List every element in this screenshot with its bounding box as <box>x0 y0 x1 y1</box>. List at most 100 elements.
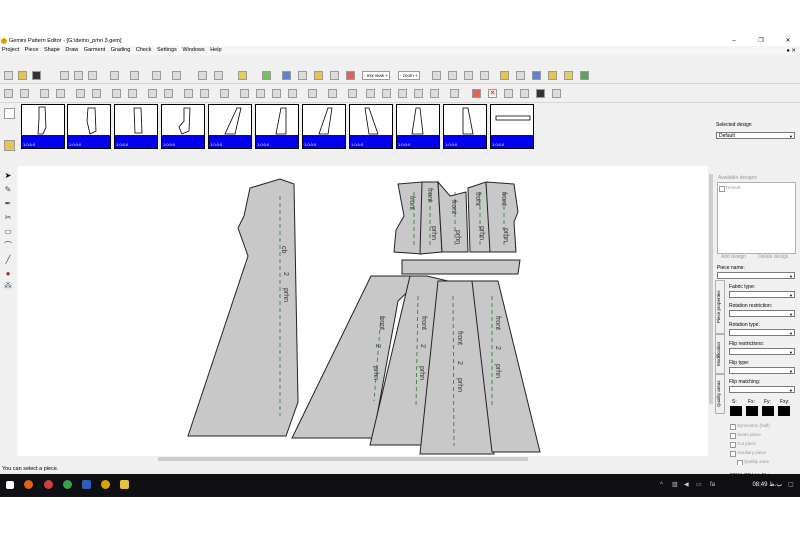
volume-icon[interactable]: ◀ <box>684 482 690 488</box>
swatch-fy[interactable] <box>762 406 774 416</box>
select-piece-icon[interactable] <box>4 108 15 119</box>
redo-icon[interactable] <box>172 71 181 80</box>
tool-20-icon[interactable] <box>348 89 357 98</box>
menu-shape[interactable]: Shape <box>44 47 60 53</box>
windows-start-icon[interactable] <box>6 481 14 489</box>
tool-25-icon[interactable] <box>430 89 439 98</box>
close-button[interactable]: ✕ <box>779 36 797 46</box>
horizontal-scroll-thumb[interactable] <box>158 457 528 461</box>
piece-name-select[interactable]: ▼ <box>717 272 795 279</box>
delete-design-button[interactable]: Delete design <box>758 254 789 260</box>
flip-type-select[interactable]: ▼ <box>729 367 795 374</box>
tool-12-icon[interactable] <box>200 89 209 98</box>
chrome-icon[interactable] <box>63 480 72 489</box>
app-icon-red[interactable] <box>44 480 53 489</box>
rotation-type-select[interactable]: ▼ <box>729 329 795 336</box>
thumbnail[interactable]: 1:0:0:0 <box>396 104 440 149</box>
thumbnail[interactable]: 1:0:0:0 <box>349 104 393 149</box>
tab-piece-properties[interactable]: Piece properties <box>715 280 725 334</box>
tool-18-icon[interactable] <box>308 89 317 98</box>
zoom-all-icon[interactable] <box>480 71 489 80</box>
tool-17-icon[interactable] <box>288 89 297 98</box>
monitor-icon[interactable] <box>536 89 545 98</box>
print-icon[interactable] <box>110 71 119 80</box>
tool-8-icon[interactable] <box>128 89 137 98</box>
pin-tool-icon[interactable]: ● <box>3 269 13 279</box>
thumbnail[interactable]: 1:0:0:0 <box>302 104 346 149</box>
menu-piece[interactable]: Piece <box>25 47 39 53</box>
notification-icon[interactable]: ▢ <box>788 482 794 488</box>
select-tool-icon[interactable] <box>238 71 247 80</box>
tab-modification[interactable]: Modification <box>715 334 725 374</box>
tool-5-icon[interactable] <box>76 89 85 98</box>
tool-4-icon[interactable] <box>56 89 65 98</box>
tool-10-icon[interactable] <box>164 89 173 98</box>
tool-23-icon[interactable] <box>398 89 407 98</box>
grid-icon[interactable] <box>282 71 291 80</box>
add-design-button[interactable]: Add design <box>721 254 746 260</box>
cut-piece-checkbox[interactable] <box>730 442 736 448</box>
word-icon[interactable] <box>82 480 91 489</box>
flip-restrictions-select[interactable]: ▼ <box>729 348 795 355</box>
swatch-fxy[interactable] <box>778 406 790 416</box>
tool-27-icon[interactable] <box>504 89 513 98</box>
tool-3-icon[interactable] <box>40 89 49 98</box>
menu-settings[interactable]: Settings <box>157 47 177 53</box>
zoom-window-icon[interactable] <box>464 71 473 80</box>
flag-icon[interactable] <box>472 89 481 98</box>
save-icon[interactable] <box>32 71 41 80</box>
tool-24-icon[interactable] <box>414 89 423 98</box>
tool-14-icon[interactable] <box>240 89 249 98</box>
tool-7-icon[interactable] <box>112 89 121 98</box>
network-icon[interactable]: ▥ <box>672 482 678 488</box>
tab-quality-areas[interactable]: Quality areas <box>715 374 725 414</box>
tool-11-icon[interactable] <box>184 89 193 98</box>
delete-icon[interactable]: ✕ <box>488 89 497 98</box>
ruler-tool-icon[interactable]: ▭ <box>3 227 13 237</box>
mix-view-select[interactable]: - mix view + <box>362 71 390 80</box>
cut-icon[interactable] <box>60 71 69 80</box>
thumbnail[interactable]: 1:0:0:0 <box>255 104 299 149</box>
thumbnail[interactable]: 1:0:0:0 <box>208 104 252 149</box>
tool-1-icon[interactable] <box>4 89 13 98</box>
available-designs-list[interactable]: Default <box>717 182 796 254</box>
menu-draw[interactable]: Draw <box>65 47 78 53</box>
menu-windows[interactable]: Windows <box>182 47 204 53</box>
grade-tool-icon[interactable]: ⁂ <box>3 281 13 291</box>
cursor-tool-icon[interactable] <box>214 71 223 80</box>
menu-grading[interactable]: Grading <box>111 47 131 53</box>
thumbnail[interactable]: 1:0:0:0 <box>21 104 65 149</box>
firefox-icon[interactable] <box>24 480 33 489</box>
thumbnail[interactable]: 1:0:0:0 <box>443 104 487 149</box>
arrow-tool-icon[interactable]: ➤ <box>3 171 13 181</box>
gemini-taskbar-icon[interactable] <box>101 480 110 489</box>
design-checkbox[interactable] <box>719 186 725 192</box>
thumbnail[interactable]: 1:0:0:0 <box>490 104 534 149</box>
menu-garment[interactable]: Garment <box>84 47 105 53</box>
fit-icon[interactable] <box>314 71 323 80</box>
language-indicator[interactable]: fa <box>710 482 720 488</box>
battery-icon[interactable]: ▭ <box>696 482 702 488</box>
menu-help[interactable]: Help <box>210 47 221 53</box>
thumbnail[interactable]: 1:0:0:0 <box>161 104 205 149</box>
menu-project[interactable]: Project <box>2 47 19 53</box>
undo-icon[interactable] <box>152 71 161 80</box>
tool-9-icon[interactable] <box>148 89 157 98</box>
paste-icon[interactable] <box>88 71 97 80</box>
node-tool-icon[interactable]: ✎ <box>3 185 13 195</box>
swatch-s[interactable] <box>730 406 742 416</box>
pattern-canvas[interactable]: cb 2 prhn front 2 prhn front 2 prhn fron… <box>18 166 708 456</box>
zoom-out-icon[interactable] <box>448 71 457 80</box>
tool-28-icon[interactable] <box>520 89 529 98</box>
grading-icon[interactable] <box>580 71 589 80</box>
thumbnail[interactable]: 1:0:0:0 <box>67 104 111 149</box>
tool-6-icon[interactable] <box>92 89 101 98</box>
tool-26-icon[interactable] <box>450 89 459 98</box>
text-tool-icon[interactable] <box>198 71 207 80</box>
tool-22-icon[interactable] <box>382 89 391 98</box>
tool-13-icon[interactable] <box>220 89 229 98</box>
rotation-restriction-select[interactable]: ▼ <box>729 310 795 317</box>
zoom-select[interactable]: - zoom + <box>398 71 420 80</box>
tool-16-icon[interactable] <box>272 89 281 98</box>
auxiliary-piece-checkbox[interactable] <box>730 451 736 457</box>
